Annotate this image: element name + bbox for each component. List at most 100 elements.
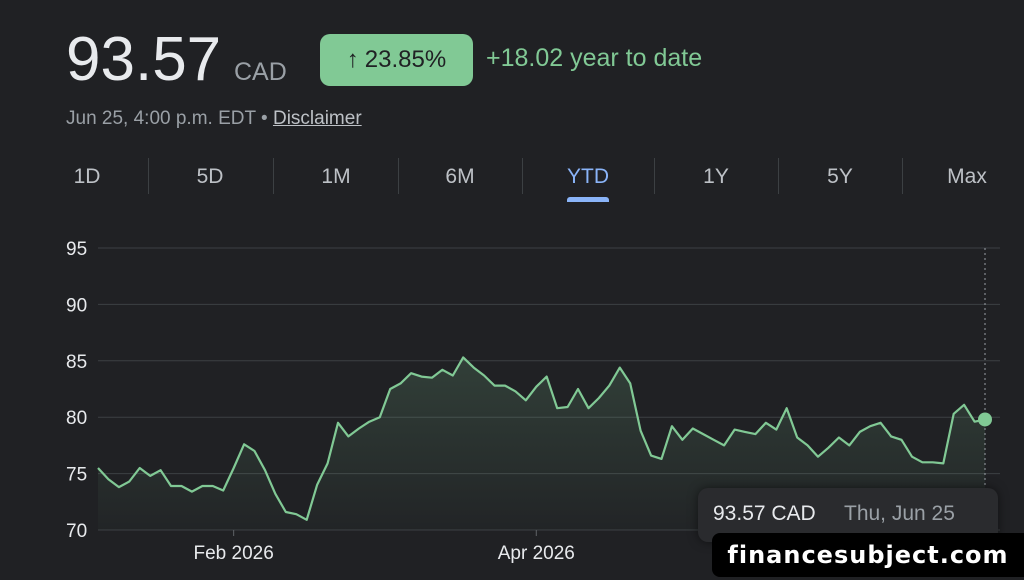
tab-5d[interactable]: 5D (197, 156, 224, 198)
data-point (775, 429, 777, 431)
tab-divider (778, 158, 779, 194)
data-point (828, 447, 830, 449)
data-point (744, 431, 746, 433)
data-point (921, 461, 923, 463)
data-point (713, 439, 715, 441)
data-point (264, 469, 266, 471)
data-point (629, 382, 631, 384)
x-tick-label: Feb 2026 (194, 543, 274, 564)
data-point (368, 421, 370, 423)
data-point (754, 433, 756, 435)
data-point (765, 422, 767, 424)
data-point (243, 443, 245, 445)
data-point (337, 422, 339, 424)
data-point (128, 481, 130, 483)
data-point (212, 485, 214, 487)
data-point (650, 455, 652, 457)
data-point (306, 519, 308, 521)
data-point (181, 485, 183, 487)
tab-1m[interactable]: 1M (321, 156, 350, 198)
data-point (254, 450, 256, 452)
data-point (702, 433, 704, 435)
data-point (974, 421, 976, 423)
y-tick-label: 80 (66, 408, 87, 429)
data-point (880, 422, 882, 424)
data-point (848, 444, 850, 446)
change-percent-label: 23.85% (364, 46, 447, 73)
data-point (222, 490, 224, 492)
data-point (901, 439, 903, 441)
currency-label: CAD (234, 58, 287, 86)
arrow-up-icon: ↑ (346, 46, 359, 73)
data-point (890, 435, 892, 437)
data-point (170, 485, 172, 487)
data-point (483, 375, 485, 377)
data-point (431, 377, 433, 379)
data-point (274, 493, 276, 495)
data-point (911, 456, 913, 458)
tab-label: YTD (567, 165, 609, 188)
data-point (535, 386, 537, 388)
data-point (316, 484, 318, 486)
data-point (640, 430, 642, 432)
tab-label: 5Y (827, 165, 853, 188)
data-point (817, 456, 819, 458)
data-point (201, 485, 203, 487)
tab-label: 5D (196, 165, 224, 188)
hover-point-marker (978, 412, 992, 427)
tab-label: 1D (73, 165, 101, 188)
data-point (441, 369, 443, 371)
data-point (598, 397, 600, 399)
y-tick-label: 70 (66, 521, 87, 542)
timestamp: Jun 25, 4:00 p.m. EDT (66, 108, 256, 129)
tab-1d[interactable]: 1D (74, 156, 101, 198)
data-point (285, 511, 287, 513)
range-tabs: 1D 5D 1M 6M YTD 1Y 5Y Max (40, 156, 1024, 206)
data-point (327, 462, 329, 464)
data-point (963, 404, 965, 406)
data-point (452, 375, 454, 377)
data-point (942, 462, 944, 464)
tab-label: 6M (445, 165, 475, 188)
data-point (671, 425, 673, 427)
data-point (191, 491, 193, 493)
watermark: financesubject.com (712, 533, 1024, 577)
data-point (347, 435, 349, 437)
tab-max[interactable]: Max (947, 156, 987, 198)
data-point (494, 385, 496, 387)
tab-1y[interactable]: 1Y (703, 156, 729, 198)
data-point (462, 356, 464, 358)
data-point (504, 385, 506, 387)
disclaimer-link[interactable]: Disclaimer (273, 108, 362, 129)
data-point (389, 388, 391, 390)
data-point (295, 513, 297, 515)
data-point (525, 399, 527, 401)
y-tick-label: 95 (66, 239, 87, 260)
data-point (400, 382, 402, 384)
data-point (139, 467, 141, 469)
tab-ytd[interactable]: YTD (567, 156, 609, 202)
y-tick-label: 75 (66, 465, 87, 486)
data-point (567, 406, 569, 408)
tab-6m[interactable]: 6M (445, 156, 474, 198)
tab-5y[interactable]: 5Y (827, 156, 853, 198)
data-point (107, 478, 109, 480)
data-point (661, 458, 663, 460)
data-point (233, 467, 235, 469)
data-point (869, 425, 871, 427)
tab-label: Max (947, 165, 987, 188)
data-point (410, 372, 412, 374)
data-point (514, 390, 516, 392)
data-point (796, 437, 798, 439)
tab-divider (148, 158, 149, 194)
active-tab-indicator (567, 197, 609, 202)
data-point (786, 407, 788, 409)
data-point (619, 367, 621, 369)
tab-divider (654, 158, 655, 194)
y-tick-label: 85 (66, 352, 87, 373)
data-point (160, 469, 162, 471)
data-point (118, 486, 120, 488)
data-point (149, 475, 151, 477)
data-point (588, 407, 590, 409)
tab-divider (398, 158, 399, 194)
